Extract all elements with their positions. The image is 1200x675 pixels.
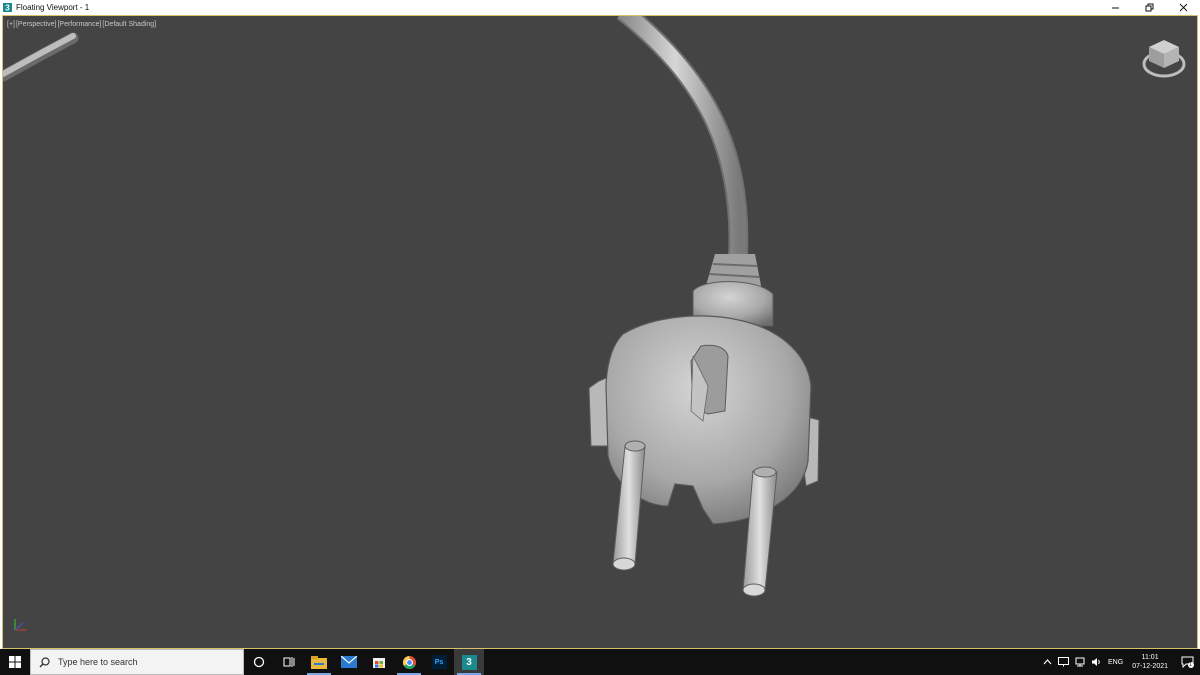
clock-button[interactable]: 11:01 07-12-2021 bbox=[1126, 653, 1174, 671]
viewcube-icon[interactable] bbox=[1141, 36, 1187, 80]
mail-button[interactable] bbox=[334, 649, 364, 675]
3dsmax-button[interactable]: 3 bbox=[454, 649, 484, 675]
action-center-button[interactable]: 1 bbox=[1174, 656, 1200, 668]
floating-viewport-window: 3 Floating Viewport - 1 [+] [Perspective… bbox=[0, 0, 1200, 649]
restore-button[interactable] bbox=[1132, 0, 1166, 15]
close-icon bbox=[1179, 3, 1187, 12]
file-explorer-button[interactable] bbox=[304, 649, 334, 675]
monitor-icon bbox=[1058, 657, 1070, 667]
file-explorer-icon bbox=[311, 655, 327, 669]
show-hidden-icons-button[interactable] bbox=[1040, 659, 1055, 665]
search-icon bbox=[39, 656, 50, 668]
start-button[interactable] bbox=[0, 649, 30, 675]
network-icon bbox=[1075, 657, 1085, 667]
language-indicator[interactable]: ENG bbox=[1105, 659, 1126, 666]
volume-button[interactable] bbox=[1088, 657, 1105, 667]
speaker-icon bbox=[1092, 658, 1100, 666]
close-button[interactable] bbox=[1166, 0, 1200, 15]
minimize-button[interactable] bbox=[1098, 0, 1132, 15]
svg-text:3: 3 bbox=[5, 4, 10, 13]
clock-time: 11:01 bbox=[1141, 654, 1159, 661]
window-title: Floating Viewport - 1 bbox=[16, 3, 90, 12]
windows-taskbar: Type here to search Ps 3 ENG 11:01 07-12… bbox=[0, 649, 1200, 675]
photoshop-button[interactable]: Ps bbox=[424, 649, 454, 675]
mail-icon bbox=[341, 656, 357, 668]
viewport-canvas[interactable]: [+] [Perspective] [Performance] [Default… bbox=[2, 15, 1198, 649]
task-view-icon bbox=[283, 657, 295, 667]
cortana-icon bbox=[253, 656, 265, 668]
axis-gizmo-icon bbox=[14, 619, 27, 631]
windows-logo-icon bbox=[9, 656, 21, 668]
system-tray: ENG 11:01 07-12-2021 1 bbox=[1040, 649, 1200, 675]
network-button[interactable] bbox=[1072, 657, 1088, 667]
store-icon bbox=[373, 658, 385, 668]
title-bar: 3 Floating Viewport - 1 bbox=[0, 0, 1200, 15]
chrome-button[interactable] bbox=[394, 649, 424, 675]
task-view-button[interactable] bbox=[274, 649, 304, 675]
clock-date: 07-12-2021 bbox=[1132, 663, 1168, 670]
3dsmax-icon: 3 bbox=[3, 3, 12, 12]
pen-workspace-button[interactable] bbox=[1055, 657, 1072, 667]
minimize-icon bbox=[1111, 7, 1119, 9]
chevron-up-icon bbox=[1043, 659, 1052, 665]
3dsmax-label: 3 bbox=[466, 656, 472, 668]
store-button[interactable] bbox=[364, 649, 394, 675]
taskbar-search-box[interactable]: Type here to search bbox=[30, 649, 244, 675]
photoshop-label: Ps bbox=[434, 658, 444, 666]
notification-count: 1 bbox=[1189, 662, 1192, 668]
chrome-icon bbox=[402, 655, 416, 669]
cortana-button[interactable] bbox=[244, 649, 274, 675]
search-placeholder: Type here to search bbox=[58, 657, 138, 667]
restore-icon bbox=[1145, 3, 1153, 12]
power-plug-model bbox=[3, 16, 820, 597]
